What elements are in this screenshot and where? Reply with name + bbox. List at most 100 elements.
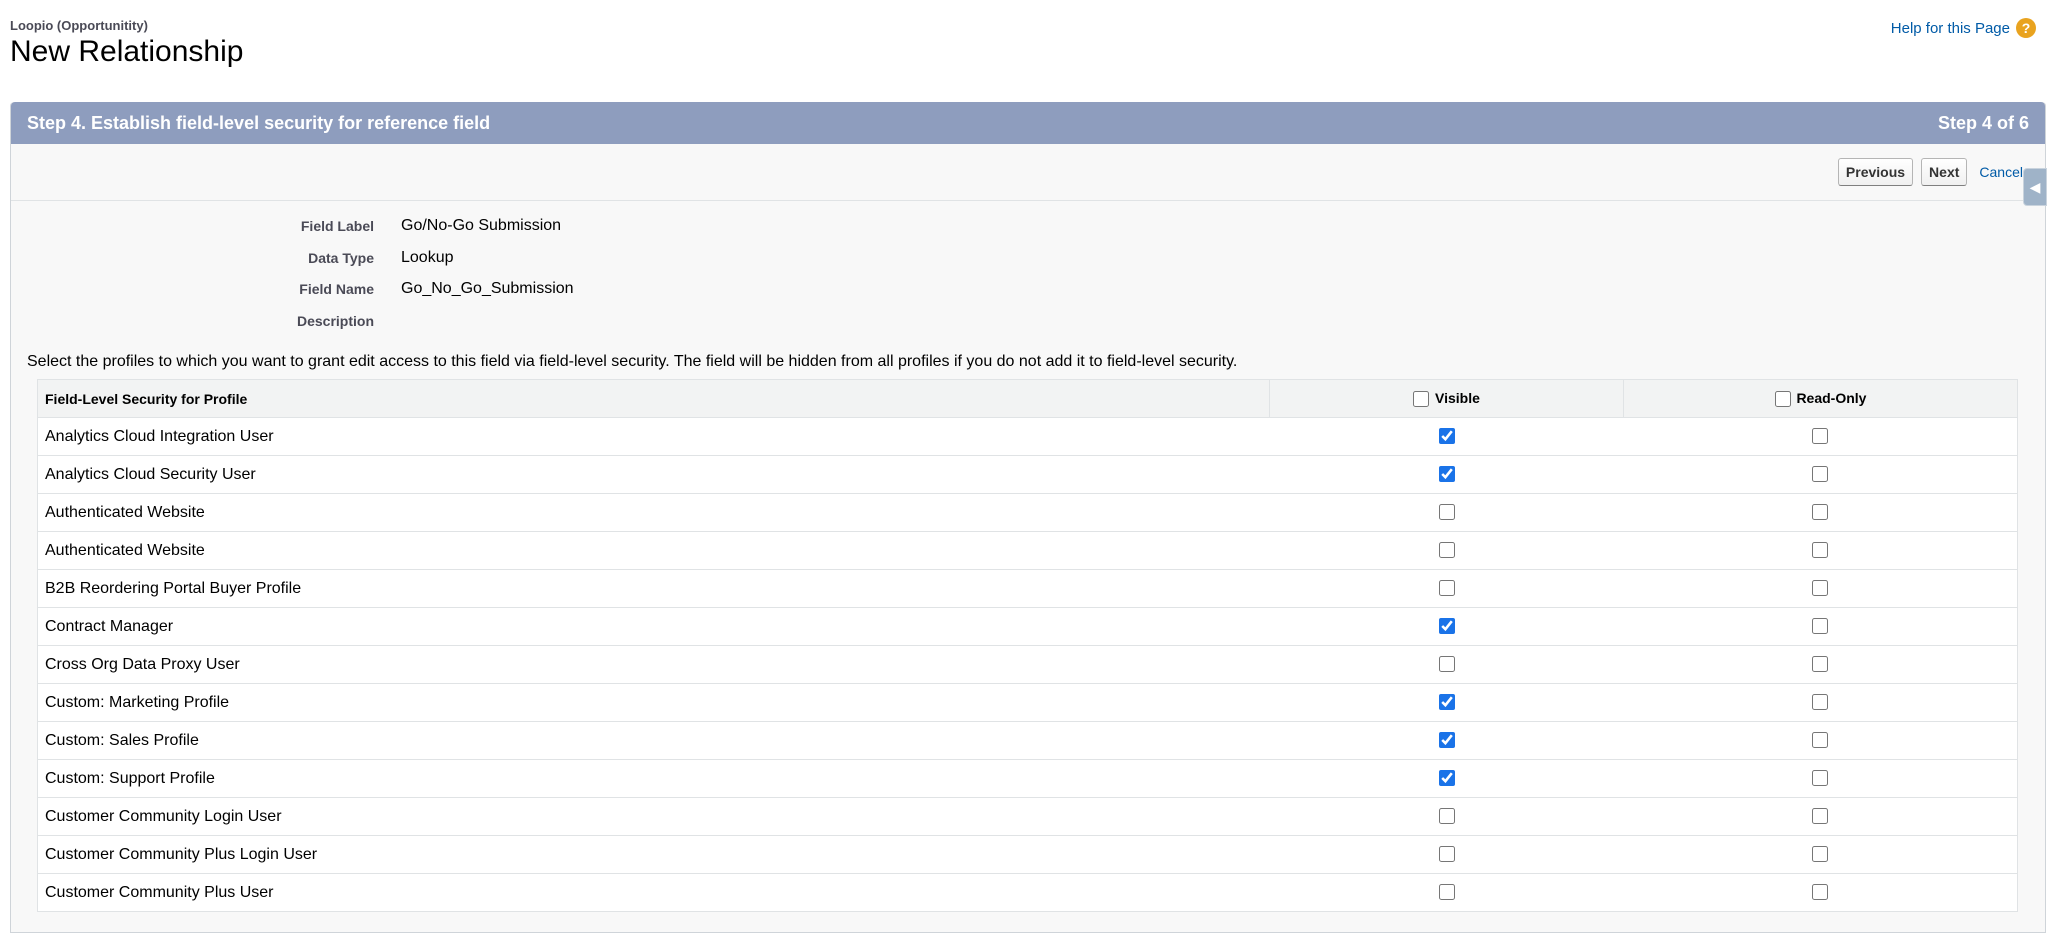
field-level-security-table: Field-Level Security for Profile Visible… [37, 379, 2018, 912]
detail-value: Go_No_Go_Submission [401, 280, 574, 297]
step-title: Step 4. Establish field-level security f… [27, 112, 491, 133]
table-row: Authenticated Website [37, 531, 2018, 570]
read-only-column-header: Read-Only [1623, 379, 2018, 418]
table-row: Custom: Sales Profile [37, 721, 2018, 760]
read-only-cell [1623, 873, 2018, 912]
visible-cell [1269, 759, 1624, 798]
visible-checkbox[interactable] [1438, 504, 1455, 521]
help-area: Help for this Page ? [1891, 18, 2036, 38]
read-only-checkbox[interactable] [1812, 770, 1829, 787]
sidebar-toggle-arrow-icon[interactable]: ◀ [2023, 168, 2047, 206]
visible-cell [1269, 417, 1624, 456]
table-row: Contract Manager [37, 607, 2018, 646]
read-only-checkbox[interactable] [1812, 428, 1829, 445]
read-only-checkbox[interactable] [1812, 808, 1829, 825]
read-only-cell [1623, 493, 2018, 532]
read-only-cell [1623, 417, 2018, 456]
table-row: Analytics Cloud Integration User [37, 417, 2018, 456]
read-only-checkbox[interactable] [1812, 694, 1829, 711]
profile-name: Custom: Sales Profile [37, 721, 1270, 760]
detail-value: Lookup [401, 248, 454, 266]
step-progress: Step 4 of 6 [1937, 112, 2029, 133]
read-only-header-label: Read-Only [1796, 389, 1867, 406]
detail-label: Field Name [299, 281, 374, 297]
step-panel: Step 4. Establish field-level security f… [10, 102, 2047, 933]
visible-checkbox[interactable] [1438, 770, 1455, 787]
visible-cell [1269, 835, 1624, 874]
detail-label: Field Label [300, 218, 374, 234]
read-only-cell [1623, 797, 2018, 836]
next-button[interactable]: Next [1921, 158, 1968, 186]
table-row: Customer Community Plus User [37, 873, 2018, 912]
visible-cell [1269, 873, 1624, 912]
visible-checkbox[interactable] [1438, 466, 1455, 483]
profile-name: Analytics Cloud Security User [37, 455, 1270, 494]
table-row: Custom: Support Profile [37, 759, 2018, 798]
help-link[interactable]: Help for this Page [1891, 20, 2010, 37]
profile-name: Customer Community Plus User [37, 873, 1270, 912]
visible-cell [1269, 531, 1624, 570]
step-header: Step 4. Establish field-level security f… [11, 102, 2045, 144]
detail-value: Go/No-Go Submission [401, 217, 562, 234]
select-all-read-only-checkbox[interactable] [1774, 391, 1791, 408]
visible-checkbox[interactable] [1438, 732, 1455, 749]
read-only-cell [1623, 759, 2018, 798]
read-only-checkbox[interactable] [1812, 846, 1829, 863]
profile-column-header: Field-Level Security for Profile [37, 379, 1270, 418]
read-only-checkbox[interactable] [1812, 656, 1829, 673]
profile-name: Analytics Cloud Integration User [37, 417, 1270, 456]
visible-cell [1269, 607, 1624, 646]
previous-button[interactable]: Previous [1837, 158, 1914, 186]
visible-cell [1269, 493, 1624, 532]
profile-name: Custom: Marketing Profile [37, 683, 1270, 722]
table-row: Custom: Marketing Profile [37, 683, 2018, 722]
visible-cell [1269, 721, 1624, 760]
read-only-checkbox[interactable] [1812, 884, 1829, 901]
read-only-checkbox[interactable] [1812, 504, 1829, 521]
table-row: B2B Reordering Portal Buyer Profile [37, 569, 2018, 608]
read-only-checkbox[interactable] [1812, 466, 1829, 483]
profile-name: Authenticated Website [37, 531, 1270, 570]
object-name: Loopio (Opportunitity) [10, 18, 148, 33]
detail-row-field-label: Field Label Go/No-Go Submission [11, 217, 2045, 249]
table-row: Cross Org Data Proxy User [37, 645, 2018, 684]
visible-cell [1269, 569, 1624, 608]
profile-name: B2B Reordering Portal Buyer Profile [37, 569, 1270, 608]
read-only-checkbox[interactable] [1812, 618, 1829, 635]
visible-cell [1269, 683, 1624, 722]
read-only-checkbox[interactable] [1812, 732, 1829, 749]
profile-name: Cross Org Data Proxy User [37, 645, 1270, 684]
read-only-checkbox[interactable] [1812, 542, 1829, 559]
instructions-text: Select the profiles to which you want to… [27, 353, 1238, 370]
visible-column-header: Visible [1269, 379, 1624, 418]
visible-header-label: Visible [1435, 389, 1480, 406]
profile-name: Custom: Support Profile [37, 759, 1270, 798]
table-row: Authenticated Website [37, 493, 2018, 532]
profile-name: Customer Community Login User [37, 797, 1270, 836]
select-all-visible-checkbox[interactable] [1413, 391, 1430, 408]
visible-checkbox[interactable] [1438, 618, 1455, 635]
help-question-icon[interactable]: ? [2016, 18, 2036, 38]
read-only-cell [1623, 683, 2018, 722]
visible-checkbox[interactable] [1438, 884, 1455, 901]
visible-checkbox[interactable] [1438, 656, 1455, 673]
visible-checkbox[interactable] [1438, 580, 1455, 597]
read-only-checkbox[interactable] [1812, 580, 1829, 597]
visible-cell [1269, 645, 1624, 684]
profile-name: Customer Community Plus Login User [37, 835, 1270, 874]
page-header: Loopio (Opportunitity) New Relationship [10, 18, 243, 68]
visible-checkbox[interactable] [1438, 542, 1455, 559]
visible-checkbox[interactable] [1438, 846, 1455, 863]
visible-checkbox[interactable] [1438, 694, 1455, 711]
read-only-cell [1623, 645, 2018, 684]
profile-name: Authenticated Website [37, 493, 1270, 532]
visible-checkbox[interactable] [1438, 808, 1455, 825]
visible-checkbox[interactable] [1438, 428, 1455, 445]
read-only-cell [1623, 721, 2018, 760]
table-row: Analytics Cloud Security User [37, 455, 2018, 494]
read-only-cell [1623, 531, 2018, 570]
button-bar: Previous Next Cancel [11, 144, 2045, 201]
field-details: Field Label Go/No-Go Submission Data Typ… [11, 201, 2045, 343]
cancel-link[interactable]: Cancel [1979, 164, 2023, 180]
detail-row-field-name: Field Name Go_No_Go_Submission [11, 280, 2045, 312]
